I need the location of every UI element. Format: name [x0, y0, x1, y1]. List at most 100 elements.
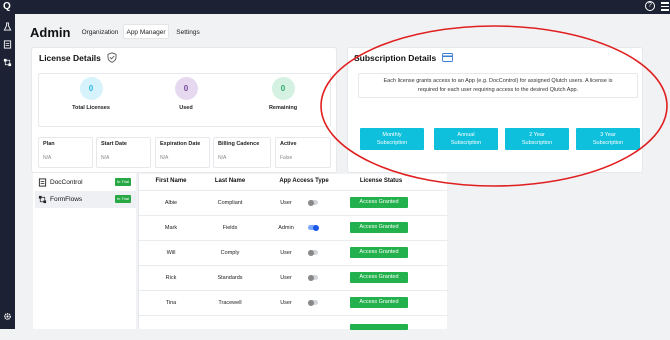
field-label: Billing Cadence — [218, 141, 260, 147]
first-name-cell: Tina — [165, 300, 177, 306]
annual-subscription-button[interactable]: Annual Subscription — [434, 128, 498, 150]
field-plan: Plan N/A — [38, 137, 93, 168]
last-name-cell: Compliant — [217, 200, 243, 206]
first-name-cell: Rick — [165, 275, 177, 281]
shield-check-icon — [107, 52, 117, 63]
page-title: Admin — [30, 25, 71, 40]
table-row: Albie Compliant User Access Granted — [139, 190, 448, 215]
access-type-cell: User — [280, 300, 292, 306]
tab-app-manager[interactable]: App Manager — [123, 24, 169, 39]
button-label: Subscription — [376, 140, 408, 146]
field-value: N/A — [218, 155, 227, 161]
trial-badge: In Trial — [115, 178, 132, 186]
license-status-badge: Access Granted — [350, 272, 408, 283]
last-name-cell: Comply — [220, 250, 240, 256]
table-row: Mark Fields Admin Access Granted — [139, 215, 448, 240]
access-type-toggle[interactable] — [308, 249, 318, 256]
menu-icon[interactable] — [661, 2, 669, 11]
license-details-title: License Details — [39, 53, 101, 63]
button-label: 2 Year — [529, 132, 545, 138]
app-name: DocControl — [50, 179, 83, 186]
main-content: Admin Organization App Manager Settings … — [15, 14, 670, 330]
button-label: Monthly — [382, 132, 402, 138]
access-type-toggle[interactable] — [308, 274, 318, 281]
stat-circle: 0 — [79, 77, 103, 100]
field-expiration-date: Expiration Date N/A — [155, 137, 210, 168]
license-status-badge: Access Granted — [350, 222, 408, 233]
workflow-icon — [38, 195, 47, 204]
stat-label: Total Licenses — [72, 105, 110, 111]
last-name-cell: Tracewell — [218, 300, 242, 306]
last-name-cell: Fields — [222, 225, 238, 231]
two-year-subscription-button[interactable]: 2 Year Subscription — [505, 128, 569, 150]
access-type-cell: User — [280, 200, 292, 206]
license-status-badge: Access Granted — [350, 197, 408, 208]
field-active: Active False — [275, 137, 331, 168]
first-name-cell: Mark — [164, 225, 178, 231]
table-row: Rick Standards User Access Granted — [139, 265, 448, 290]
three-year-subscription-button[interactable]: 3 Year Subscription — [576, 128, 640, 150]
column-header: License Status — [359, 178, 403, 184]
first-name-cell: Will — [166, 250, 176, 256]
monthly-subscription-button[interactable]: Monthly Subscription — [360, 128, 424, 150]
access-type-cell: Admin — [278, 225, 294, 231]
license-status-badge: Access Granted — [350, 297, 408, 308]
access-type-toggle[interactable] — [308, 199, 318, 206]
field-start-date: Start Date N/A — [96, 137, 151, 168]
app-item-doccontrol[interactable]: DocControl In Trial — [35, 174, 136, 191]
top-bar: Q ? — [0, 0, 670, 14]
gear-icon[interactable] — [3, 312, 12, 321]
first-name-cell: Albie — [164, 200, 178, 206]
document-icon — [38, 178, 47, 187]
workflow-icon[interactable] — [3, 58, 12, 67]
column-header: Last Name — [214, 178, 246, 184]
access-type-toggle[interactable] — [308, 224, 319, 231]
app-name: FormFlows — [50, 196, 83, 203]
access-type-cell: User — [280, 250, 292, 256]
field-label: Start Date — [101, 141, 127, 147]
subscription-description: Each license grants access to an App (e.… — [358, 73, 638, 98]
stat-used: 0 Used — [156, 77, 216, 111]
button-label: Annual — [457, 132, 475, 138]
stat-label: Remaining — [268, 105, 298, 111]
stat-label: Used — [179, 105, 193, 111]
button-label: Subscription — [592, 140, 624, 146]
field-billing-cadence: Billing Cadence N/A — [213, 137, 271, 168]
help-icon[interactable]: ? — [645, 1, 655, 11]
app-logo[interactable]: Q — [3, 1, 15, 13]
field-label: Active — [280, 141, 297, 147]
description-line: Each license grants access to an App (e.… — [383, 78, 613, 84]
app-item-formflows[interactable]: FormFlows In Trial — [35, 191, 136, 208]
license-stats-box: 0 Total Licenses 0 Used 0 Remaining — [38, 73, 331, 127]
subscription-details-card: Subscription Details Each license grants… — [347, 47, 643, 173]
subscription-details-title: Subscription Details — [354, 53, 437, 63]
table-row: Tina Tracewell User Access Granted — [139, 290, 448, 315]
table-row — [139, 315, 448, 340]
column-header: App Access Type — [279, 178, 329, 184]
last-name-cell: Standards — [217, 275, 243, 281]
access-type-toggle[interactable] — [308, 299, 318, 306]
tab-organization[interactable]: Organization — [79, 24, 121, 39]
button-label: 3 Year — [600, 132, 616, 138]
license-details-card: License Details 0 Total Licenses 0 Used … — [31, 47, 337, 173]
stat-total-licenses: 0 Total Licenses — [61, 77, 121, 111]
stat-remaining: 0 Remaining — [253, 77, 313, 111]
description-line: required for each user requiring access … — [417, 87, 579, 93]
license-status-badge: Access Granted — [350, 247, 408, 258]
field-value: N/A — [160, 155, 169, 161]
table-row: Will Comply User Access Granted — [139, 240, 448, 265]
column-header: First Name — [155, 178, 187, 184]
trial-badge: In Trial — [115, 195, 132, 203]
field-value: False — [280, 155, 293, 161]
button-label: Subscription — [450, 140, 482, 146]
document-icon[interactable] — [3, 40, 12, 49]
sidebar — [0, 14, 15, 329]
tab-settings[interactable]: Settings — [172, 24, 204, 39]
license-status-badge — [350, 324, 408, 330]
access-type-cell: User — [280, 275, 292, 281]
flask-icon[interactable] — [3, 22, 12, 31]
credit-card-icon — [442, 53, 453, 62]
stat-circle: 0 — [271, 77, 295, 100]
apps-list: DocControl In Trial FormFlows In Trial — [33, 173, 136, 329]
field-label: Expiration Date — [160, 141, 201, 147]
